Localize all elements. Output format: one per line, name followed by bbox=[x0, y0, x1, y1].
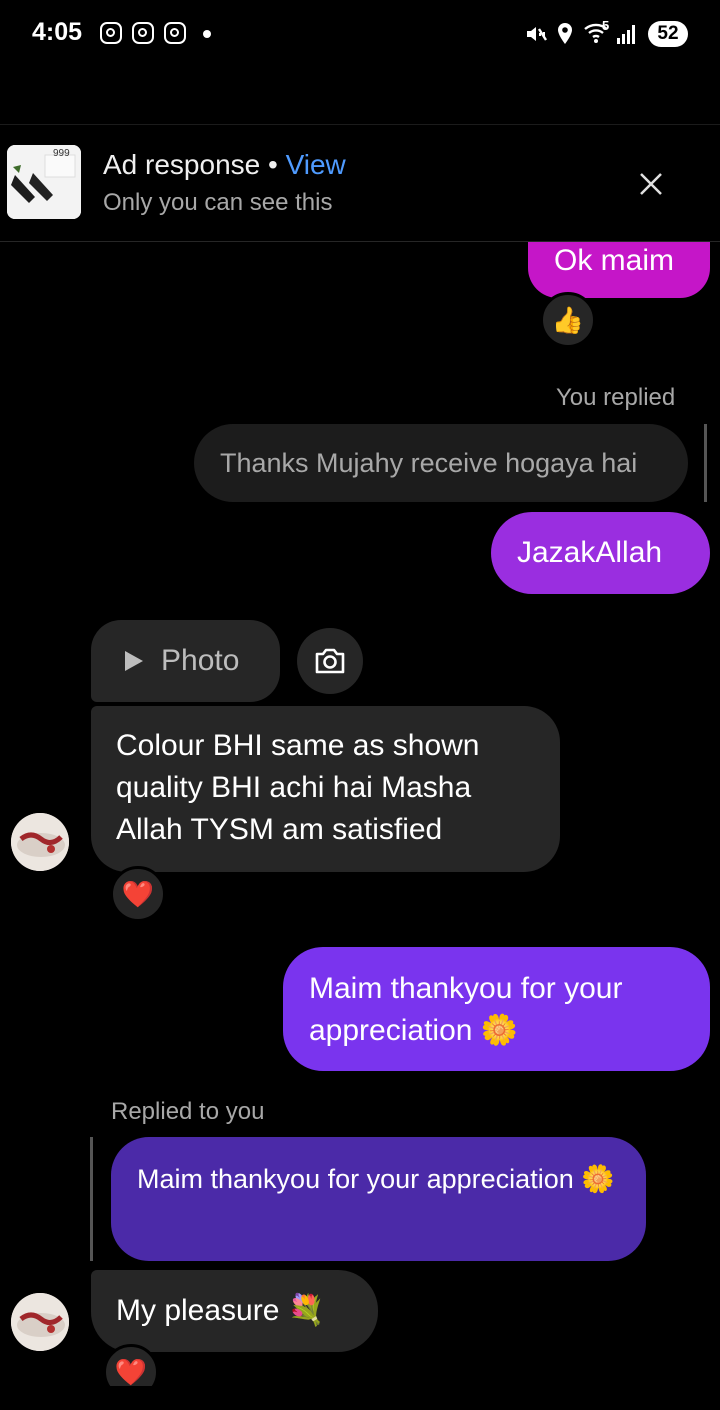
play-icon bbox=[125, 651, 143, 671]
ad-separator: • bbox=[268, 149, 278, 180]
message-text: Maim thankyou for your appreciation 🌼 bbox=[309, 972, 623, 1047]
quoted-message-bubble[interactable]: Thanks Mujahy receive hogaya hai bbox=[194, 424, 688, 502]
photo-label: Photo bbox=[161, 644, 240, 677]
status-time: 4:05 bbox=[32, 18, 83, 46]
ad-response-banner[interactable]: 999 Ad response • View Only you can see … bbox=[0, 124, 720, 242]
avatar[interactable] bbox=[11, 813, 69, 871]
signal-icon bbox=[617, 25, 635, 44]
mute-vibrate-icon bbox=[527, 27, 548, 41]
outgoing-message-bubble[interactable]: Maim thankyou for your appreciation 🌼 bbox=[283, 947, 710, 1071]
quoted-text: Thanks Mujahy receive hogaya hai bbox=[220, 448, 638, 478]
message-text: Colour BHI same as shown quality BHI ach… bbox=[116, 729, 480, 846]
thumbs-up-reaction[interactable]: 👍 bbox=[540, 292, 596, 348]
more-notifications-dot bbox=[203, 30, 211, 38]
reply-label: You replied bbox=[556, 384, 676, 411]
status-bar: 4:05 5 52 bbox=[0, 0, 720, 70]
avatar-image bbox=[11, 813, 69, 871]
camera-button[interactable] bbox=[297, 628, 363, 694]
camera-icon bbox=[315, 648, 345, 674]
reaction-emoji: ❤️ bbox=[114, 1356, 148, 1387]
instagram-icon bbox=[164, 22, 186, 44]
reply-indicator-bar bbox=[704, 424, 707, 502]
product-thumbnail[interactable]: 999 bbox=[7, 145, 81, 219]
reply-indicator-bar bbox=[90, 1137, 93, 1261]
reaction-emoji: 👍 bbox=[551, 304, 585, 335]
photo-message-bubble[interactable]: Photo bbox=[91, 620, 280, 702]
location-icon bbox=[558, 23, 572, 44]
avatar[interactable] bbox=[11, 1293, 69, 1351]
message-text: Ok maim bbox=[554, 244, 674, 277]
bottom-edge bbox=[0, 1386, 720, 1410]
quoted-text: Maim thankyou for your appreciation 🌼 bbox=[137, 1164, 615, 1194]
view-link[interactable]: View bbox=[286, 149, 346, 180]
ad-subtitle: Only you can see this bbox=[103, 189, 333, 216]
battery-indicator: 52 bbox=[648, 21, 688, 47]
incoming-message-bubble[interactable]: Colour BHI same as shown quality BHI ach… bbox=[91, 706, 560, 872]
message-text: JazakAllah bbox=[517, 536, 663, 569]
instagram-icon bbox=[100, 22, 122, 44]
wifi-band-label: 5 bbox=[602, 18, 610, 33]
outgoing-message-bubble[interactable]: JazakAllah bbox=[491, 512, 710, 594]
close-icon[interactable] bbox=[638, 171, 664, 197]
heart-reaction[interactable]: ❤️ bbox=[110, 866, 166, 922]
ad-title: Ad response • View bbox=[103, 149, 346, 181]
reply-label: Replied to you bbox=[111, 1098, 265, 1125]
message-text: My pleasure 💐 bbox=[116, 1294, 326, 1327]
thumbnail-price: 999 bbox=[53, 148, 70, 159]
quoted-message-bubble[interactable]: Maim thankyou for your appreciation 🌼 bbox=[111, 1137, 646, 1261]
avatar-image bbox=[11, 1293, 69, 1351]
instagram-icon bbox=[132, 22, 154, 44]
ad-title-text: Ad response bbox=[103, 149, 261, 180]
incoming-message-bubble[interactable]: My pleasure 💐 bbox=[91, 1270, 378, 1352]
reaction-emoji: ❤️ bbox=[121, 878, 155, 909]
